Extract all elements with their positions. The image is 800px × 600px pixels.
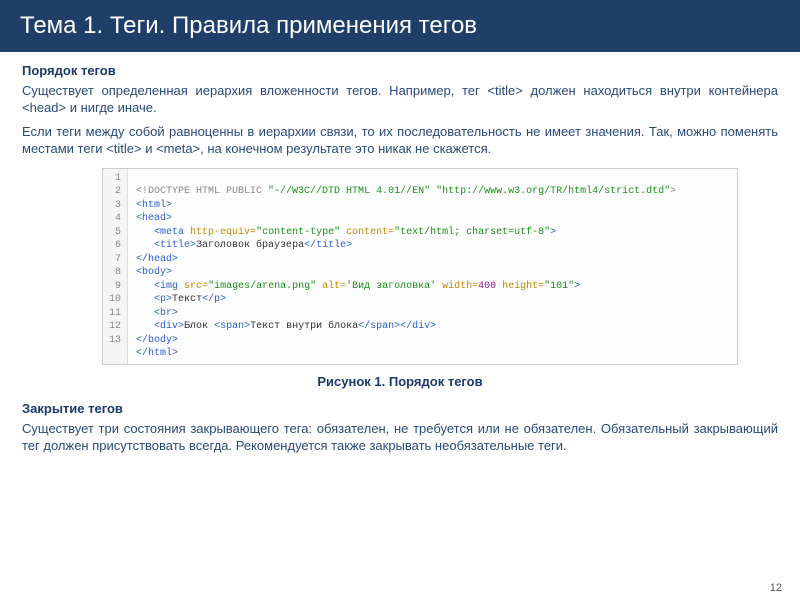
code-token: "text/html; charset=utf-8"	[394, 227, 550, 238]
code-token: "content-type"	[256, 227, 340, 238]
code-token: >	[550, 227, 556, 238]
code-token: </html>	[136, 348, 178, 359]
code-token: <title>	[154, 240, 196, 251]
code-token: alt=	[316, 281, 346, 292]
section1-p2: Если теги между собой равноценны в иерар…	[22, 123, 778, 158]
code-token: <html>	[136, 200, 172, 211]
code-token: 'Вид заголовка'	[346, 281, 436, 292]
code-token: <div>	[154, 321, 184, 332]
line-gutter: 1 2 3 4 5 6 7 8 9 10 11 12 13	[103, 169, 128, 364]
page-number: 12	[770, 582, 782, 594]
section2-heading: Закрытие тегов	[22, 400, 778, 418]
code-block: 1 2 3 4 5 6 7 8 9 10 11 12 13 <!DOCTYPE …	[102, 168, 738, 365]
code-token: <head>	[136, 213, 172, 224]
code-token: </span></div>	[358, 321, 436, 332]
code-token: Заголовок браузера	[196, 240, 304, 251]
code-token: width=	[436, 281, 478, 292]
code-token: </p>	[202, 294, 226, 305]
section1-heading: Порядок тегов	[22, 62, 778, 80]
figure-caption: Рисунок 1. Порядок тегов	[22, 373, 778, 391]
code-token: >	[670, 186, 676, 197]
slide-title: Тема 1. Теги. Правила применения тегов	[0, 0, 800, 52]
code-token: http-equiv=	[190, 227, 256, 238]
code-token: <p>	[154, 294, 172, 305]
code-token: 400	[478, 281, 496, 292]
code-token: <meta	[154, 227, 190, 238]
code-token: "-//W3C//DTD HTML 4.01//EN" "http://www.…	[268, 186, 670, 197]
section2-p1: Существует три состояния закрывающего те…	[22, 420, 778, 455]
code-token: </title>	[304, 240, 352, 251]
code-token: height=	[496, 281, 544, 292]
code-token: Текст	[172, 294, 202, 305]
code-token: </head>	[136, 254, 178, 265]
code-token: <body>	[136, 267, 172, 278]
code-token: Текст внутри блока	[250, 321, 358, 332]
code-token: content=	[340, 227, 394, 238]
section1-p1: Существует определенная иерархия вложенн…	[22, 82, 778, 117]
code-token: <img	[154, 281, 184, 292]
code-token: src=	[184, 281, 208, 292]
code-token: <br>	[154, 308, 178, 319]
code-token: <span>	[214, 321, 250, 332]
code-lines: <!DOCTYPE HTML PUBLIC "-//W3C//DTD HTML …	[128, 169, 684, 364]
code-token: Блок	[184, 321, 214, 332]
code-token: "101"	[544, 281, 574, 292]
code-token: </body>	[136, 335, 178, 346]
content-area: Порядок тегов Существует определенная ие…	[0, 52, 800, 471]
code-token: >	[574, 281, 580, 292]
code-token: <!DOCTYPE HTML PUBLIC	[136, 186, 268, 197]
code-token: "images/arena.png"	[208, 281, 316, 292]
